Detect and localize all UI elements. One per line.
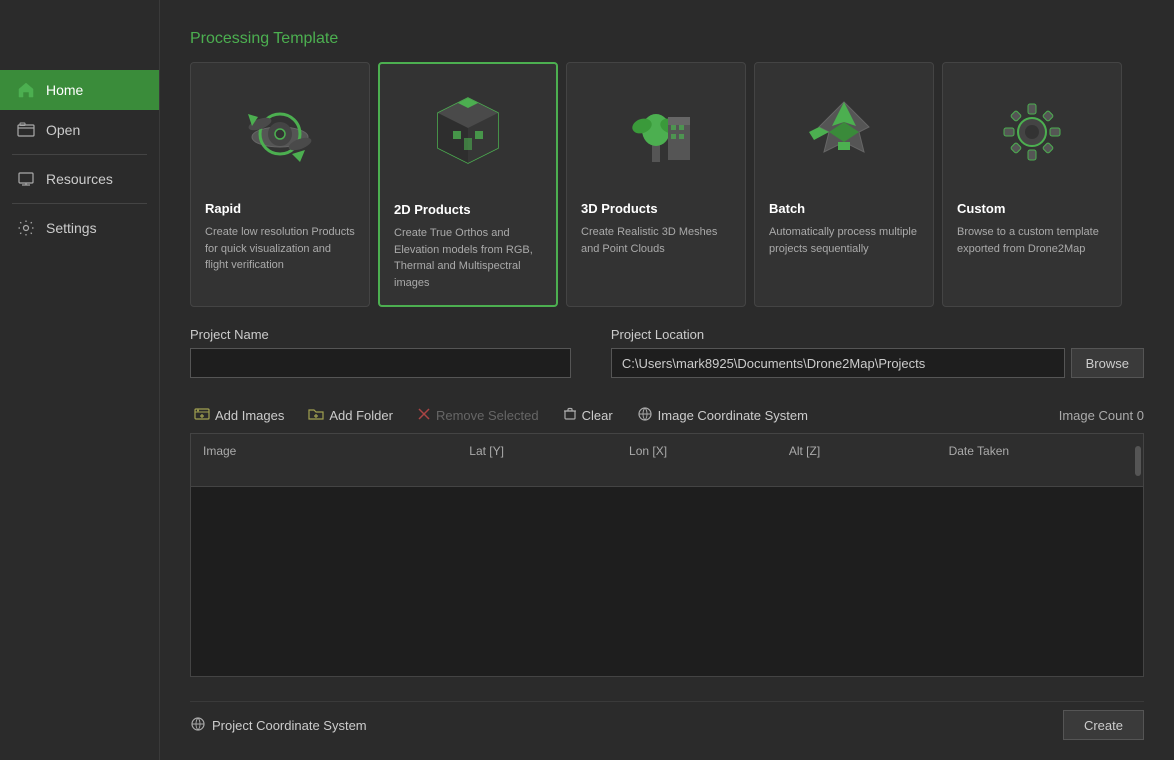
sidebar: Home Open Resources bbox=[0, 0, 160, 760]
table-header: Image Lat [Y] Lon [X] Alt [Z] Date Taken bbox=[191, 434, 1143, 487]
rapid-card-title: Rapid bbox=[205, 201, 355, 216]
sidebar-item-home[interactable]: Home bbox=[0, 70, 159, 110]
project-coord-icon bbox=[190, 716, 206, 735]
rapid-card-icon bbox=[205, 77, 355, 187]
project-name-input[interactable] bbox=[190, 348, 571, 378]
project-row: Project Name Project Location Browse bbox=[190, 327, 1144, 378]
col-date: Date Taken bbox=[937, 440, 1123, 480]
project-coord-label: Project Coordinate System bbox=[212, 718, 367, 733]
add-images-icon bbox=[194, 406, 210, 425]
template-card-3d-products[interactable]: 3D Products Create Realistic 3D Meshes a… bbox=[566, 62, 746, 307]
remove-selected-button[interactable]: Remove Selected bbox=[413, 405, 543, 426]
sidebar-item-settings[interactable]: Settings bbox=[0, 208, 159, 248]
image-table: Image Lat [Y] Lon [X] Alt [Z] Date Taken bbox=[190, 433, 1144, 677]
col-image: Image bbox=[191, 440, 457, 480]
3d-products-card-desc: Create Realistic 3D Meshes and Point Clo… bbox=[581, 224, 731, 257]
add-images-button[interactable]: Add Images bbox=[190, 404, 288, 427]
template-card-2d-products[interactable]: 2D Products Create True Orthos and Eleva… bbox=[378, 62, 558, 307]
col-lon: Lon [X] bbox=[617, 440, 777, 480]
sidebar-item-resources[interactable]: Resources bbox=[0, 159, 159, 199]
3d-products-card-title: 3D Products bbox=[581, 201, 731, 216]
add-folder-label: Add Folder bbox=[329, 408, 393, 423]
add-images-label: Add Images bbox=[215, 408, 284, 423]
remove-selected-icon bbox=[417, 407, 431, 424]
add-folder-icon bbox=[308, 406, 324, 425]
image-toolbar: Add Images Add Folder Re bbox=[190, 398, 1144, 433]
project-name-section: Project Name bbox=[190, 327, 571, 378]
clear-button[interactable]: Clear bbox=[559, 405, 617, 426]
create-button[interactable]: Create bbox=[1063, 710, 1144, 740]
coord-system-icon bbox=[637, 406, 653, 425]
table-body bbox=[191, 487, 1143, 667]
image-count-label: Image Count bbox=[1059, 408, 1133, 423]
template-card-batch[interactable]: Batch Automatically process multiple pro… bbox=[754, 62, 934, 307]
custom-card-title: Custom bbox=[957, 201, 1107, 216]
image-coord-system-button[interactable]: Image Coordinate System bbox=[633, 404, 812, 427]
bottom-bar: Project Coordinate System Create bbox=[190, 701, 1144, 740]
template-card-custom[interactable]: Custom Browse to a custom template expor… bbox=[942, 62, 1122, 307]
custom-card-icon bbox=[957, 77, 1107, 187]
project-coord-system-button[interactable]: Project Coordinate System bbox=[190, 716, 367, 735]
project-name-label: Project Name bbox=[190, 327, 571, 342]
2d-products-card-icon bbox=[394, 78, 542, 188]
sidebar-item-settings-label: Settings bbox=[46, 220, 97, 236]
clear-label: Clear bbox=[582, 408, 613, 423]
sidebar-divider-2 bbox=[12, 203, 147, 204]
remove-selected-label: Remove Selected bbox=[436, 408, 539, 423]
location-row: Browse bbox=[611, 348, 1144, 378]
resources-icon bbox=[16, 169, 36, 189]
template-card-rapid[interactable]: Rapid Create low resolution Products for… bbox=[190, 62, 370, 307]
project-location-input[interactable] bbox=[611, 348, 1065, 378]
open-icon bbox=[16, 120, 36, 140]
rapid-card-desc: Create low resolution Products for quick… bbox=[205, 224, 355, 274]
batch-card-title: Batch bbox=[769, 201, 919, 216]
image-count-value: 0 bbox=[1137, 408, 1144, 423]
3d-products-card-icon bbox=[581, 77, 731, 187]
scroll-indicator bbox=[1135, 446, 1141, 476]
clear-icon bbox=[563, 407, 577, 424]
image-section: Add Images Add Folder Re bbox=[190, 398, 1144, 677]
batch-card-desc: Automatically process multiple projects … bbox=[769, 224, 919, 257]
template-cards: Rapid Create low resolution Products for… bbox=[190, 62, 1144, 307]
col-alt: Alt [Z] bbox=[777, 440, 937, 480]
add-folder-button[interactable]: Add Folder bbox=[304, 404, 397, 427]
2d-products-card-title: 2D Products bbox=[394, 202, 542, 217]
image-count: Image Count 0 bbox=[1059, 408, 1144, 423]
sidebar-item-open-label: Open bbox=[46, 122, 80, 138]
sidebar-item-open[interactable]: Open bbox=[0, 110, 159, 150]
custom-card-desc: Browse to a custom template exported fro… bbox=[957, 224, 1107, 257]
project-location-section: Project Location Browse bbox=[611, 327, 1144, 378]
settings-icon bbox=[16, 218, 36, 238]
main-content: Processing Template bbox=[160, 0, 1174, 760]
2d-products-card-desc: Create True Orthos and Elevation models … bbox=[394, 225, 542, 291]
sidebar-item-home-label: Home bbox=[46, 82, 83, 98]
processing-template-section: Processing Template bbox=[190, 30, 1144, 307]
sidebar-divider bbox=[12, 154, 147, 155]
col-lat: Lat [Y] bbox=[457, 440, 617, 480]
browse-button[interactable]: Browse bbox=[1071, 348, 1144, 378]
home-icon bbox=[16, 80, 36, 100]
batch-card-icon bbox=[769, 77, 919, 187]
image-coord-system-label: Image Coordinate System bbox=[658, 408, 808, 423]
processing-template-title: Processing Template bbox=[190, 30, 1144, 48]
project-location-label: Project Location bbox=[611, 327, 1144, 342]
sidebar-item-resources-label: Resources bbox=[46, 171, 113, 187]
col-scroll bbox=[1123, 440, 1144, 480]
